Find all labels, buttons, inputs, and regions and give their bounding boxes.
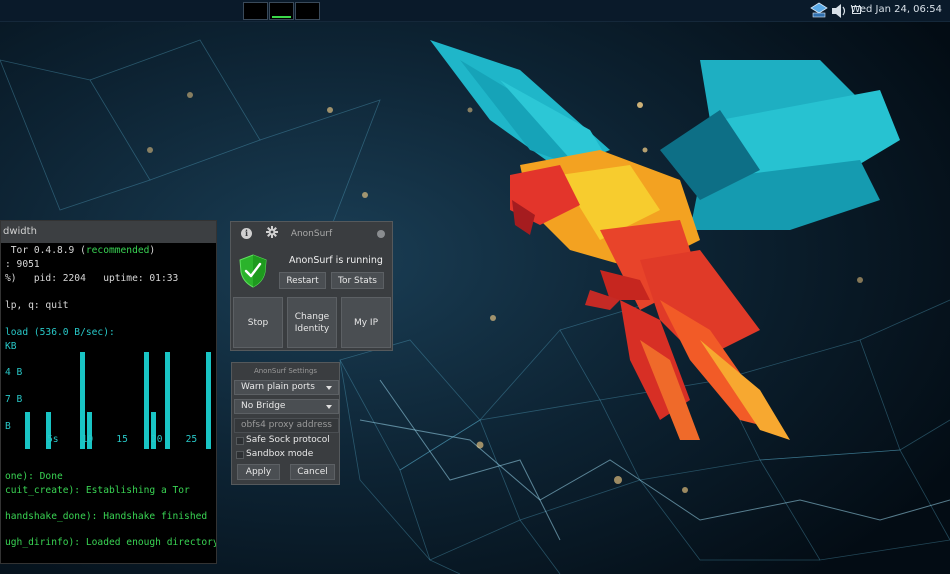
volume-icon[interactable] bbox=[830, 3, 848, 19]
terminal-log-line: ugh_dirinfo): Loaded enough directory bbox=[5, 537, 217, 548]
anonsurf-titlebar[interactable]: i AnonSurf bbox=[231, 222, 392, 245]
graph-label-kb: KB bbox=[5, 341, 17, 352]
cancel-button[interactable]: Cancel bbox=[290, 464, 335, 480]
checkbox-box[interactable] bbox=[236, 451, 244, 459]
terminal-line-download: load (536.0 B/sec): bbox=[5, 327, 115, 338]
graph-label-7b: 7 B bbox=[5, 394, 23, 405]
status-text: AnonSurf is running bbox=[289, 255, 383, 266]
desktop: Wed Jan 24, 06:54 dwidth Tor 0.4.8.9 (re… bbox=[0, 0, 950, 574]
workspace-3[interactable] bbox=[295, 2, 320, 20]
bandwidth-bar bbox=[25, 412, 30, 449]
terminal-line-tor-version: Tor 0.4.8.9 (recommended) bbox=[5, 245, 156, 256]
bridge-dropdown[interactable]: No Bridge bbox=[234, 399, 339, 414]
graph-label-4b: 4 B bbox=[5, 367, 23, 378]
bandwidth-bar bbox=[206, 352, 211, 449]
network-icon[interactable] bbox=[810, 2, 828, 20]
workspace-1[interactable] bbox=[243, 2, 268, 20]
apply-button[interactable]: Apply bbox=[237, 464, 280, 480]
terminal-title[interactable]: dwidth bbox=[1, 221, 216, 243]
tor-stats-button[interactable]: Tor Stats bbox=[331, 272, 384, 289]
close-icon[interactable] bbox=[377, 230, 385, 238]
change-identity-button[interactable]: Change Identity bbox=[287, 297, 337, 348]
panel-clock[interactable]: Wed Jan 24, 06:54 bbox=[851, 4, 942, 15]
my-ip-button[interactable]: My IP bbox=[341, 297, 391, 348]
shield-check-icon bbox=[239, 254, 267, 288]
settings-window[interactable]: AnonSurf Settings Warn plain ports No Br… bbox=[231, 362, 340, 485]
chevron-down-icon bbox=[326, 386, 332, 390]
terminal-line-pid: %) pid: 2204 uptime: 01:33 bbox=[5, 273, 179, 284]
terminal-line-help: lp, q: quit bbox=[5, 300, 69, 311]
terminal-log-line: handshake_done): Handshake finished bbox=[5, 511, 208, 522]
terminal-log-line: one): Done bbox=[5, 471, 63, 482]
warn-ports-dropdown[interactable]: Warn plain ports bbox=[234, 380, 339, 395]
safe-sock-checkbox[interactable]: Safe Sock protocol bbox=[236, 435, 340, 447]
chevron-down-icon bbox=[326, 405, 332, 409]
anonsurf-title: AnonSurf bbox=[290, 229, 333, 239]
proxy-address-input[interactable]: obfs4 proxy address bbox=[234, 418, 339, 433]
gear-icon[interactable] bbox=[266, 226, 278, 238]
graph-label-b: B bbox=[5, 421, 11, 432]
checkbox-box[interactable] bbox=[236, 437, 244, 445]
top-panel: Wed Jan 24, 06:54 bbox=[0, 0, 950, 22]
terminal-window[interactable]: dwidth Tor 0.4.8.9 (recommended) : 9051 … bbox=[0, 220, 217, 564]
anonsurf-window[interactable]: i AnonSurf AnonSurf is running Restart T… bbox=[230, 221, 393, 351]
terminal-log-line: cuit_create): Establishing a Tor bbox=[5, 485, 190, 496]
terminal-body[interactable]: Tor 0.4.8.9 (recommended) : 9051 %) pid:… bbox=[1, 243, 217, 563]
settings-title: AnonSurf Settings bbox=[253, 367, 318, 375]
stop-button[interactable]: Stop bbox=[233, 297, 283, 348]
workspace-2[interactable] bbox=[269, 2, 294, 20]
sandbox-checkbox[interactable]: Sandbox mode bbox=[236, 449, 340, 461]
graph-time-axis: 5s 10 15 20 25 bbox=[47, 434, 198, 445]
restart-button[interactable]: Restart bbox=[279, 272, 326, 289]
terminal-line-port: : 9051 bbox=[5, 259, 40, 270]
